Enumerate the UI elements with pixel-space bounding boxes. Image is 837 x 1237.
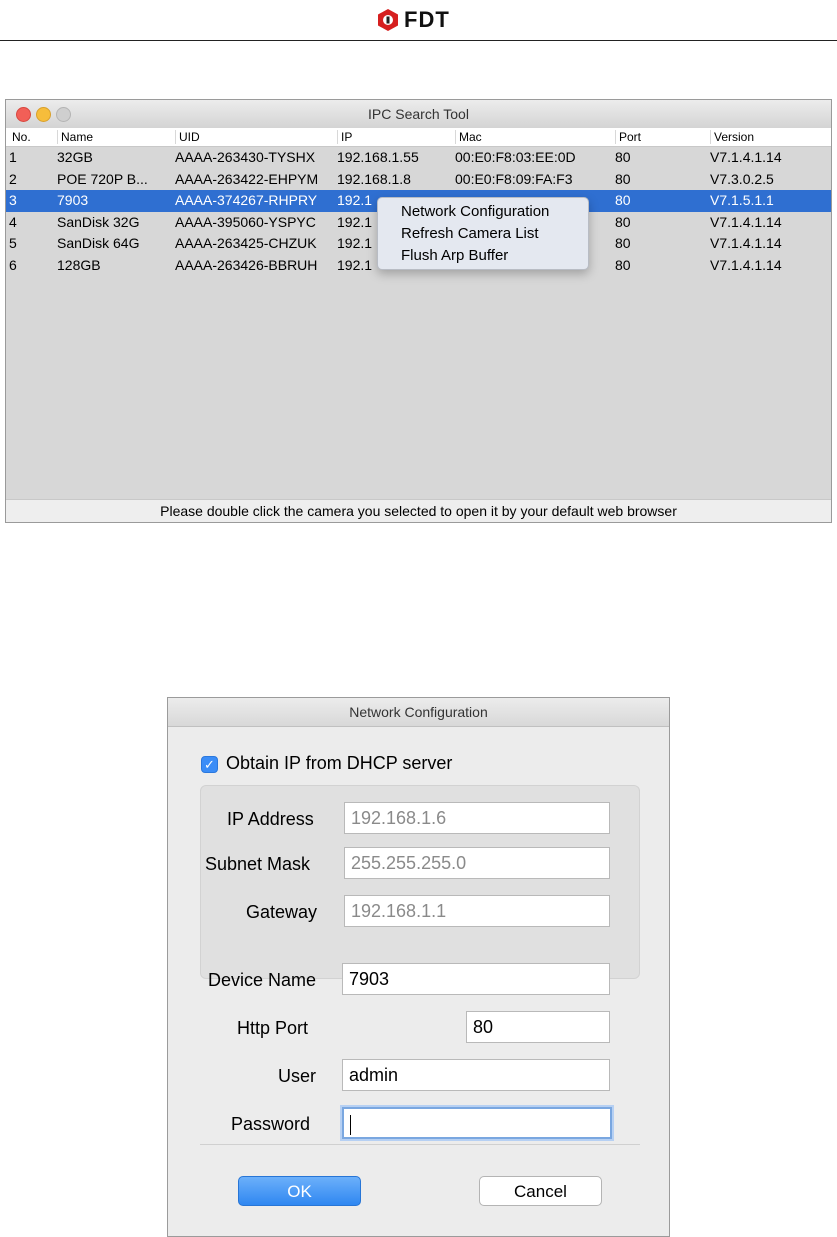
- cell-port: 80: [615, 149, 631, 165]
- header-divider: [0, 40, 837, 41]
- network-configuration-dialog: Network Configuration ✓ Obtain IP from D…: [167, 697, 670, 1237]
- ip-address-field[interactable]: 192.168.1.6: [344, 802, 610, 834]
- column-header-version[interactable]: Version: [710, 130, 824, 144]
- cell-port: 80: [615, 235, 631, 251]
- fdt-logo: FDT: [376, 6, 450, 34]
- column-header-no[interactable]: No.: [9, 130, 52, 144]
- cell-version: V7.1.4.1.14: [710, 256, 782, 273]
- cell-uid: AAAA-395060-YSPYC: [175, 213, 316, 230]
- menu-item-network-configuration[interactable]: Network Configuration: [401, 203, 549, 220]
- password-field[interactable]: [342, 1107, 612, 1139]
- subnet-mask-field[interactable]: 255.255.255.0: [344, 847, 610, 879]
- table-header: No. Name UID IP Mac Port Version: [6, 128, 831, 147]
- window-title: IPC Search Tool: [368, 106, 469, 122]
- cell-name: POE 720P B...: [57, 170, 148, 187]
- cell-version: V7.1.4.1.14: [710, 149, 782, 165]
- cell-port: 80: [615, 170, 631, 187]
- cell-uid: AAAA-263430-TYSHX: [175, 149, 316, 165]
- ipc-titlebar: IPC Search Tool: [6, 100, 831, 129]
- ok-button[interactable]: OK: [238, 1176, 361, 1206]
- menu-item-flush-arp-buffer[interactable]: Flush Arp Buffer: [401, 247, 508, 264]
- logo-text: FDT: [404, 7, 450, 32]
- column-header-name[interactable]: Name: [57, 130, 171, 144]
- dhcp-label: Obtain IP from DHCP server: [226, 753, 453, 773]
- text-caret: [350, 1115, 351, 1136]
- document-header: FDT: [0, 0, 837, 42]
- user-field[interactable]: admin: [342, 1059, 610, 1091]
- cell-uid: AAAA-263426-BBRUH: [175, 256, 318, 273]
- cell-name: 7903: [57, 192, 89, 208]
- cancel-button[interactable]: Cancel: [479, 1176, 602, 1206]
- dialog-divider: [200, 1144, 640, 1145]
- ip-address-label: IP Address: [227, 809, 314, 829]
- cell-no: 6: [9, 256, 17, 273]
- cell-version: V7.3.0.2.5: [710, 170, 774, 187]
- fdt-logo-icon: [378, 9, 398, 31]
- ipc-search-tool-window: IPC Search Tool No. Name UID IP Mac Port…: [5, 99, 832, 523]
- dhcp-checkbox[interactable]: ✓: [201, 756, 218, 773]
- column-header-mac[interactable]: Mac: [455, 130, 617, 144]
- checkmark-icon: ✓: [204, 757, 215, 772]
- cell-no: 4: [9, 213, 17, 230]
- cell-uid: AAAA-263425-CHZUK: [175, 235, 317, 251]
- context-menu: Network Configuration Refresh Camera Lis…: [377, 197, 589, 270]
- cell-mac: 00:E0:F8:09:FA:F3: [455, 170, 573, 187]
- cell-ip: 192.168.1.55: [337, 149, 419, 165]
- cell-no: 2: [9, 170, 17, 187]
- column-header-ip[interactable]: IP: [337, 130, 459, 144]
- dialog-title: Network Configuration: [349, 704, 488, 720]
- cell-no: 3: [9, 192, 17, 208]
- cell-name: 32GB: [57, 149, 93, 165]
- cell-uid: AAAA-374267-RHPRY: [175, 192, 318, 208]
- cell-uid: AAAA-263422-EHPYM: [175, 170, 319, 187]
- cell-no: 5: [9, 235, 17, 251]
- cell-version: V7.1.5.1.1: [710, 192, 774, 208]
- cell-ip: 192.168.1.8: [337, 170, 411, 187]
- cell-name: 128GB: [57, 256, 101, 273]
- gateway-label: Gateway: [246, 902, 318, 922]
- cell-port: 80: [615, 256, 631, 273]
- table-row[interactable]: 1 32GB AAAA-263430-TYSHX 192.168.1.55 00…: [6, 147, 831, 169]
- cell-no: 1: [9, 149, 17, 165]
- column-header-uid[interactable]: UID: [175, 130, 337, 144]
- cell-name: SanDisk 32G: [57, 213, 140, 230]
- cell-name: SanDisk 64G: [57, 235, 140, 251]
- table-row[interactable]: 2 POE 720P B... AAAA-263422-EHPYM 192.16…: [6, 169, 831, 191]
- status-hint: Please double click the camera you selec…: [6, 499, 831, 522]
- cell-mac: 00:E0:F8:03:EE:0D: [455, 149, 576, 165]
- menu-item-refresh-camera-list[interactable]: Refresh Camera List: [401, 225, 539, 242]
- password-label: Password: [231, 1114, 311, 1134]
- column-header-port[interactable]: Port: [615, 130, 709, 144]
- cell-port: 80: [615, 192, 631, 208]
- subnet-mask-label: Subnet Mask: [205, 854, 311, 874]
- cell-version: V7.1.4.1.14: [710, 213, 782, 230]
- http-port-label: Http Port: [237, 1018, 309, 1038]
- cell-port: 80: [615, 213, 631, 230]
- device-name-field[interactable]: 7903: [342, 963, 610, 995]
- gateway-field[interactable]: 192.168.1.1: [344, 895, 610, 927]
- cell-version: V7.1.4.1.14: [710, 235, 782, 251]
- device-name-label: Device Name: [208, 970, 317, 990]
- dialog-titlebar: Network Configuration: [168, 698, 669, 727]
- http-port-field[interactable]: 80: [466, 1011, 610, 1043]
- user-label: User: [278, 1066, 317, 1086]
